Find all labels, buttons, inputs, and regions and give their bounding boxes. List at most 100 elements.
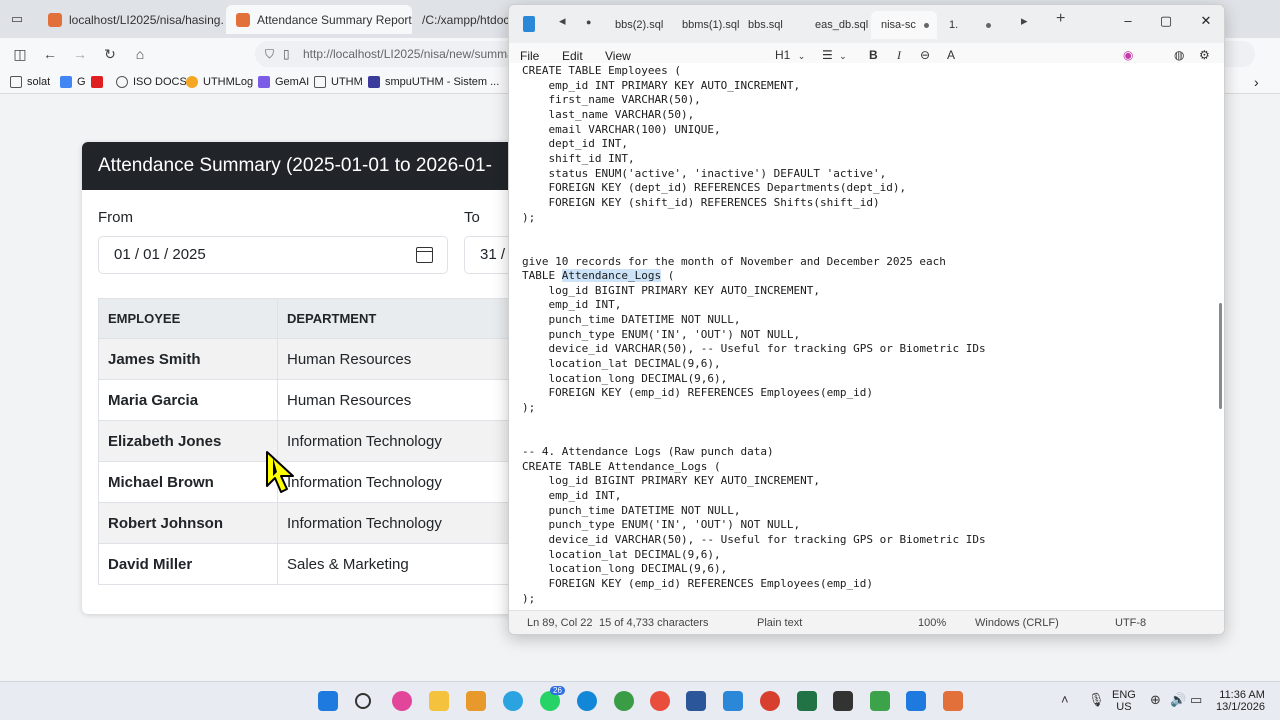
terminal-icon[interactable] [833,691,853,711]
tab-scroll-right-icon[interactable]: ▸ [1021,13,1028,29]
notepad-titlebar: ◂ ● bbs(2).sql bbms(1).sql bbs.sql eas_d… [509,5,1224,43]
notepad-tab-label: bbs(2).sql [615,19,664,31]
notepad-tab[interactable]: bbs.sql [738,11,798,39]
table-row: David Miller Sales & Marketing [98,543,522,585]
chrome-icon[interactable] [614,691,634,711]
italic-icon[interactable]: I [897,48,901,63]
code-line: device_id VARCHAR(50), -- Useful for tra… [522,533,986,546]
bookmark-item[interactable] [91,74,108,90]
edge-icon[interactable] [577,691,597,711]
sidebar-icon[interactable]: ◫ [9,43,31,65]
column-header-employee[interactable]: EMPLOYEE [98,298,278,339]
close-window-icon[interactable]: ✕ [1191,11,1221,31]
encoding[interactable]: UTF-8 [1115,617,1146,629]
bookmark-item[interactable]: smpuUTHM - Sistem ... [368,74,499,90]
tab-scroll-left-icon[interactable]: ◂ [559,13,566,29]
bookmark-item[interactable]: UTHM [314,74,363,90]
vertical-scrollbar[interactable] [1219,303,1222,409]
search-icon[interactable] [355,693,371,709]
table-row: Maria Garcia Human Resources [98,379,522,421]
notepad-tab[interactable]: bbms(1).sql [672,11,744,39]
notepad-tab-active[interactable]: nisa-sc [871,11,937,39]
excel-icon[interactable] [797,691,817,711]
back-icon[interactable]: ← [39,43,61,65]
windows-start-icon[interactable] [318,691,338,711]
browser-tab[interactable]: /C:/xampp/htdocs/L [412,5,508,34]
opera-icon[interactable] [760,691,780,711]
tab-actions-icon[interactable]: ▭ [6,8,28,30]
bookmark-item[interactable]: UTHMLog [186,74,253,90]
selected-text: Attendance_Logs [561,269,662,282]
battery-icon[interactable]: ▭ [1190,692,1202,708]
app-icon[interactable] [906,691,926,711]
globe-icon [116,76,128,88]
heading-dropdown[interactable]: H1 ⌄ [775,48,805,62]
settings-gear-icon[interactable]: ⚙ [1199,48,1210,62]
minimize-icon[interactable]: – [1113,11,1143,31]
telegram-icon[interactable] [503,691,523,711]
heading-value: H1 [775,48,791,62]
browser-tab[interactable]: localhost/LI2025/nisa/hasing.ph ✕ [38,5,224,34]
word-icon[interactable] [686,691,706,711]
browser-tab-active[interactable]: Attendance Summary Report ✕ [226,5,412,34]
firefox-icon[interactable] [650,691,670,711]
region-code: US [1116,701,1132,713]
unsaved-dot-icon: ● [586,17,592,27]
clock[interactable]: 11:36 AM 13/1/2026 [1216,689,1265,713]
copilot-icon[interactable]: ◉ [1123,48,1133,62]
bookmark-label: GemAI [275,76,310,88]
bookmark-item[interactable]: GemAI [258,74,309,90]
globe-icon[interactable]: ⊕ [1150,692,1161,708]
bookmarks-overflow-icon[interactable]: › [1254,74,1259,90]
employee-name: David Miller [98,543,278,585]
account-icon[interactable]: ◍ [1174,48,1184,62]
clear-format-icon[interactable]: A [947,48,955,62]
bookmark-item[interactable]: G [60,74,86,90]
forward-icon[interactable]: → [69,43,91,65]
notepad-tab[interactable]: 1. [939,11,999,39]
notepad-tab[interactable]: bbs(2).sql [605,11,669,39]
whatsapp-badge: 26 [550,686,565,695]
speaker-icon[interactable]: 🔊 [1170,692,1186,708]
line-ending[interactable]: Windows (CRLF) [975,617,1059,629]
clock-date: 13/1/2026 [1216,701,1265,713]
file-explorer-icon[interactable] [429,691,449,711]
menu-file[interactable]: File [520,49,539,63]
new-tab-icon[interactable]: + [1056,10,1065,28]
copilot-icon[interactable] [392,691,412,711]
language-indicator[interactable]: ENG US [1112,689,1136,713]
app-icon[interactable] [466,691,486,711]
menu-edit[interactable]: Edit [562,49,583,63]
bookmark-item[interactable]: ISO DOCS [116,74,187,90]
link-icon[interactable]: ⊖ [920,48,930,62]
notepad-taskbar-icon[interactable] [723,691,743,711]
selection-count: 15 of 4,733 characters [599,617,709,629]
menu-view[interactable]: View [605,49,631,63]
code-line: ); [522,592,536,605]
refresh-icon[interactable]: ↻ [99,43,121,65]
xampp-icon[interactable] [943,691,963,711]
code-line: punch_type ENUM('IN', 'OUT') NOT NULL, [522,328,801,341]
text-format[interactable]: Plain text [757,617,802,629]
app-icon[interactable] [870,691,890,711]
maximize-icon[interactable]: ▢ [1151,11,1181,31]
column-header-department[interactable]: DEPARTMENT [277,298,522,339]
code-line: emp_id INT, [522,298,622,311]
folder-icon [314,76,326,88]
folder-icon [10,76,22,88]
home-icon[interactable]: ⌂ [129,43,151,65]
bookmark-label: ISO DOCS [133,76,187,88]
tab-label: localhost/LI2025/nisa/hasing.ph [69,12,224,27]
notepad-editor[interactable]: CREATE TABLE Employees ( emp_id INT PRIM… [509,63,1224,610]
calendar-icon[interactable] [416,247,433,263]
zoom-level[interactable]: 100% [918,617,946,629]
bold-icon[interactable]: B [869,48,878,62]
chevron-up-icon[interactable]: ˄ [1061,692,1069,707]
notepad-tab[interactable]: eas_db.sql [805,11,871,39]
employee-department: Human Resources [277,338,522,380]
bookmark-item[interactable]: solat [10,74,50,90]
from-date-input[interactable]: 01 / 01 / 2025 [98,236,448,274]
list-dropdown[interactable]: ☰ ⌄ [822,48,847,62]
microphone-icon[interactable]: 🎙 [1088,692,1105,708]
windows-taskbar: 26 ˄ 🎙 ENG US ⊕ 🔊 ▭ 11:36 AM 13/1/2026 [0,681,1280,720]
